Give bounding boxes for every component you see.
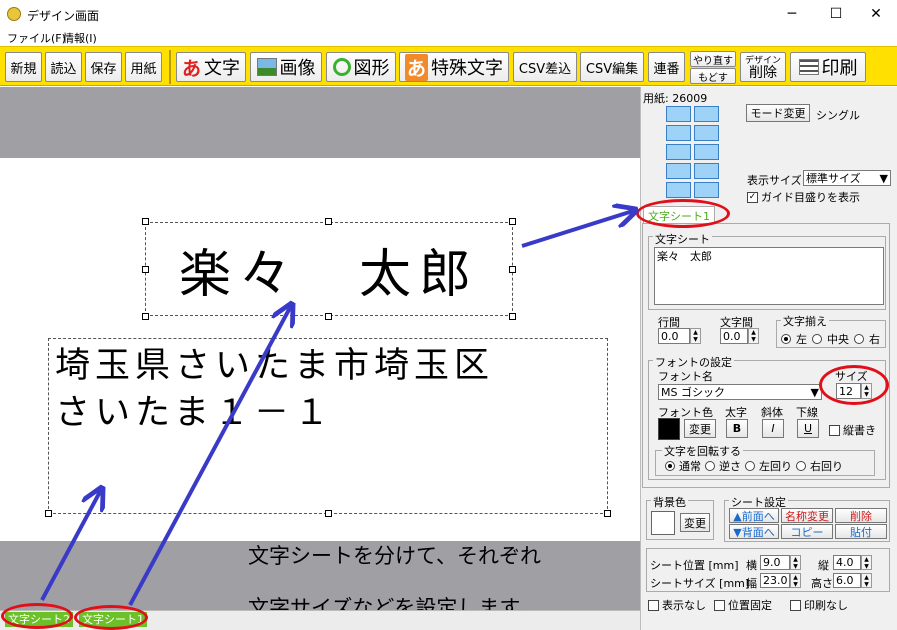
- annotation-arrows: [40, 0, 897, 606]
- arrow-to-name-sheet: [128, 304, 292, 606]
- arrow-to-address-sheet: [40, 488, 102, 601]
- arrow-to-active-tab: [521, 210, 636, 248]
